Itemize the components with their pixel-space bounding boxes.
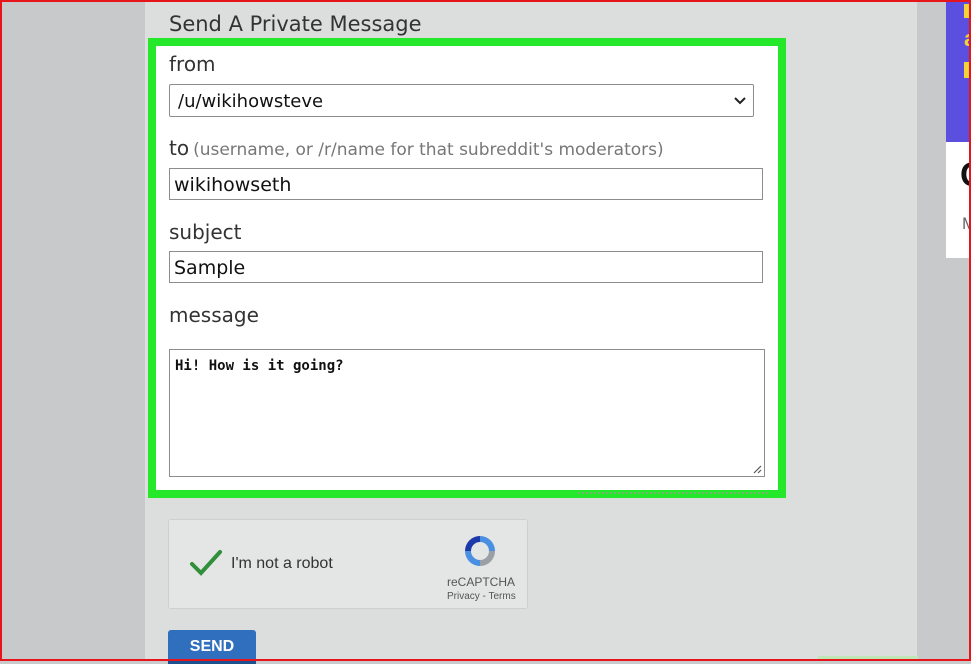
recaptcha-privacy-terms[interactable]: Privacy - Terms	[447, 591, 516, 602]
page-left-margin	[0, 0, 145, 661]
ad-card[interactable]: a C M	[946, 0, 971, 258]
formatting-help-link[interactable]	[578, 492, 768, 500]
bottom-right-strip	[818, 656, 918, 661]
from-label: from	[169, 52, 216, 76]
to-hint: (username, or /r/name for that subreddit…	[193, 140, 664, 160]
chevron-down-icon	[734, 97, 746, 105]
recaptcha-widget[interactable]: I'm not a robot reCAPTCHA Privacy - Term…	[168, 519, 528, 609]
to-label-text: to	[169, 136, 190, 160]
to-input-value: wikihowseth	[174, 174, 292, 196]
ad-image: a	[946, 0, 971, 142]
recaptcha-logo-icon	[465, 536, 495, 566]
from-select[interactable]: /u/wikihowsteve	[169, 84, 754, 117]
recaptcha-label: I'm not a robot	[231, 555, 333, 572]
subject-label: subject	[169, 220, 242, 244]
message-textarea[interactable]: Hi! How is it going?	[169, 349, 765, 477]
message-textarea-value: Hi! How is it going?	[175, 358, 344, 374]
ad-glyph-letter: a	[964, 26, 971, 51]
subject-input[interactable]: Sample	[169, 251, 763, 283]
ad-title: C	[960, 156, 971, 195]
to-label: to (username, or /r/name for that subredd…	[169, 136, 664, 160]
subject-input-value: Sample	[174, 257, 246, 279]
from-select-value: /u/wikihowsteve	[178, 91, 324, 112]
recaptcha-brand: reCAPTCHA	[447, 575, 516, 589]
to-input[interactable]: wikihowseth	[169, 168, 763, 200]
form-heading: Send A Private Message	[169, 12, 422, 36]
resize-grip-icon[interactable]	[752, 464, 762, 474]
ad-glyph-bar-lower	[964, 62, 971, 78]
message-label: message	[169, 303, 259, 327]
send-button[interactable]: SEND	[168, 630, 256, 664]
ad-subtitle: M	[962, 214, 971, 233]
ad-glyph-bar	[964, 4, 971, 18]
checkmark-icon[interactable]	[189, 548, 223, 578]
